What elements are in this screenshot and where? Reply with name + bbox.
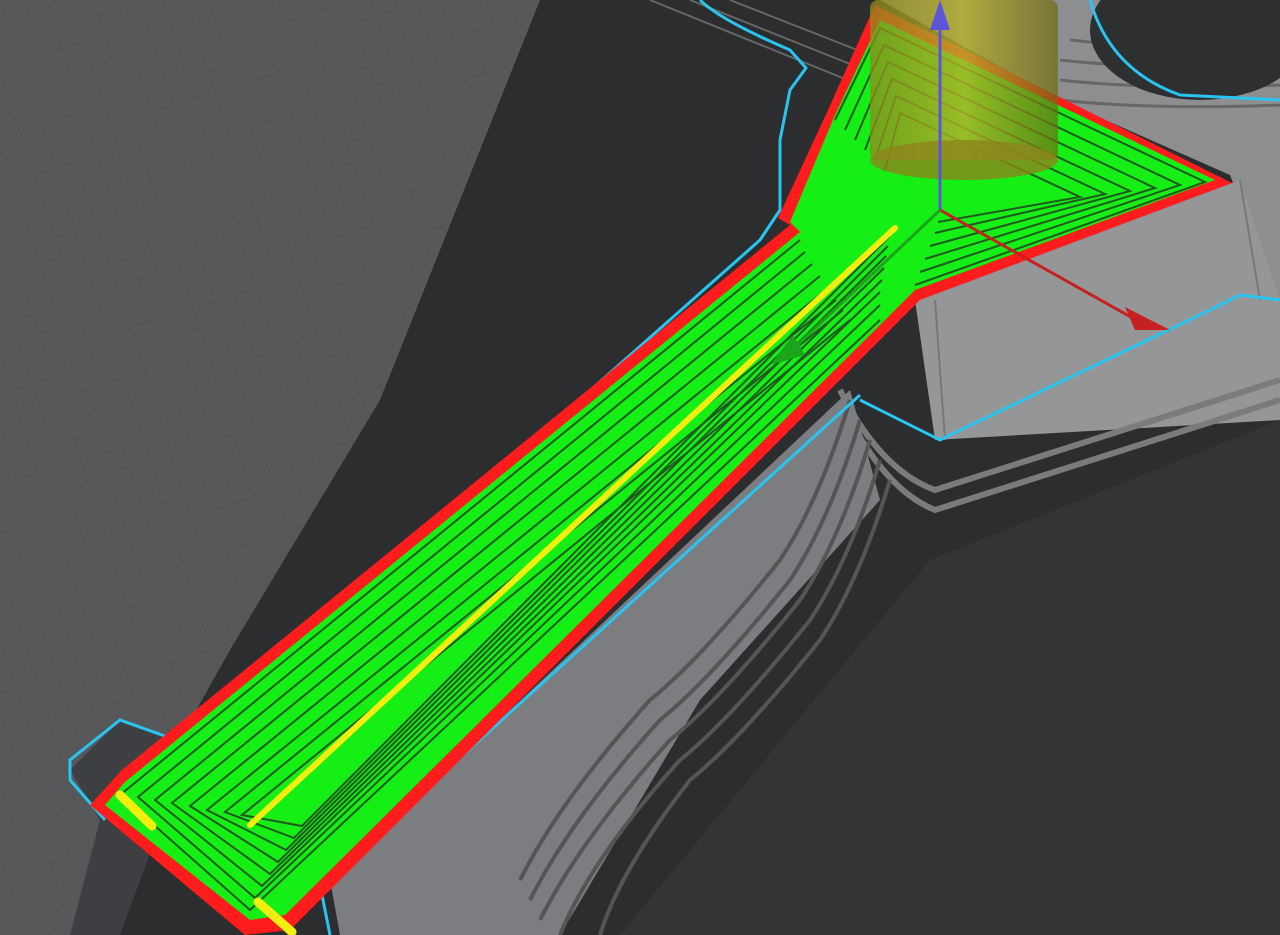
nozzle-icon[interactable] (870, 0, 1058, 180)
scene-canvas[interactable] (0, 0, 1280, 935)
3d-viewport[interactable] (0, 0, 1280, 935)
